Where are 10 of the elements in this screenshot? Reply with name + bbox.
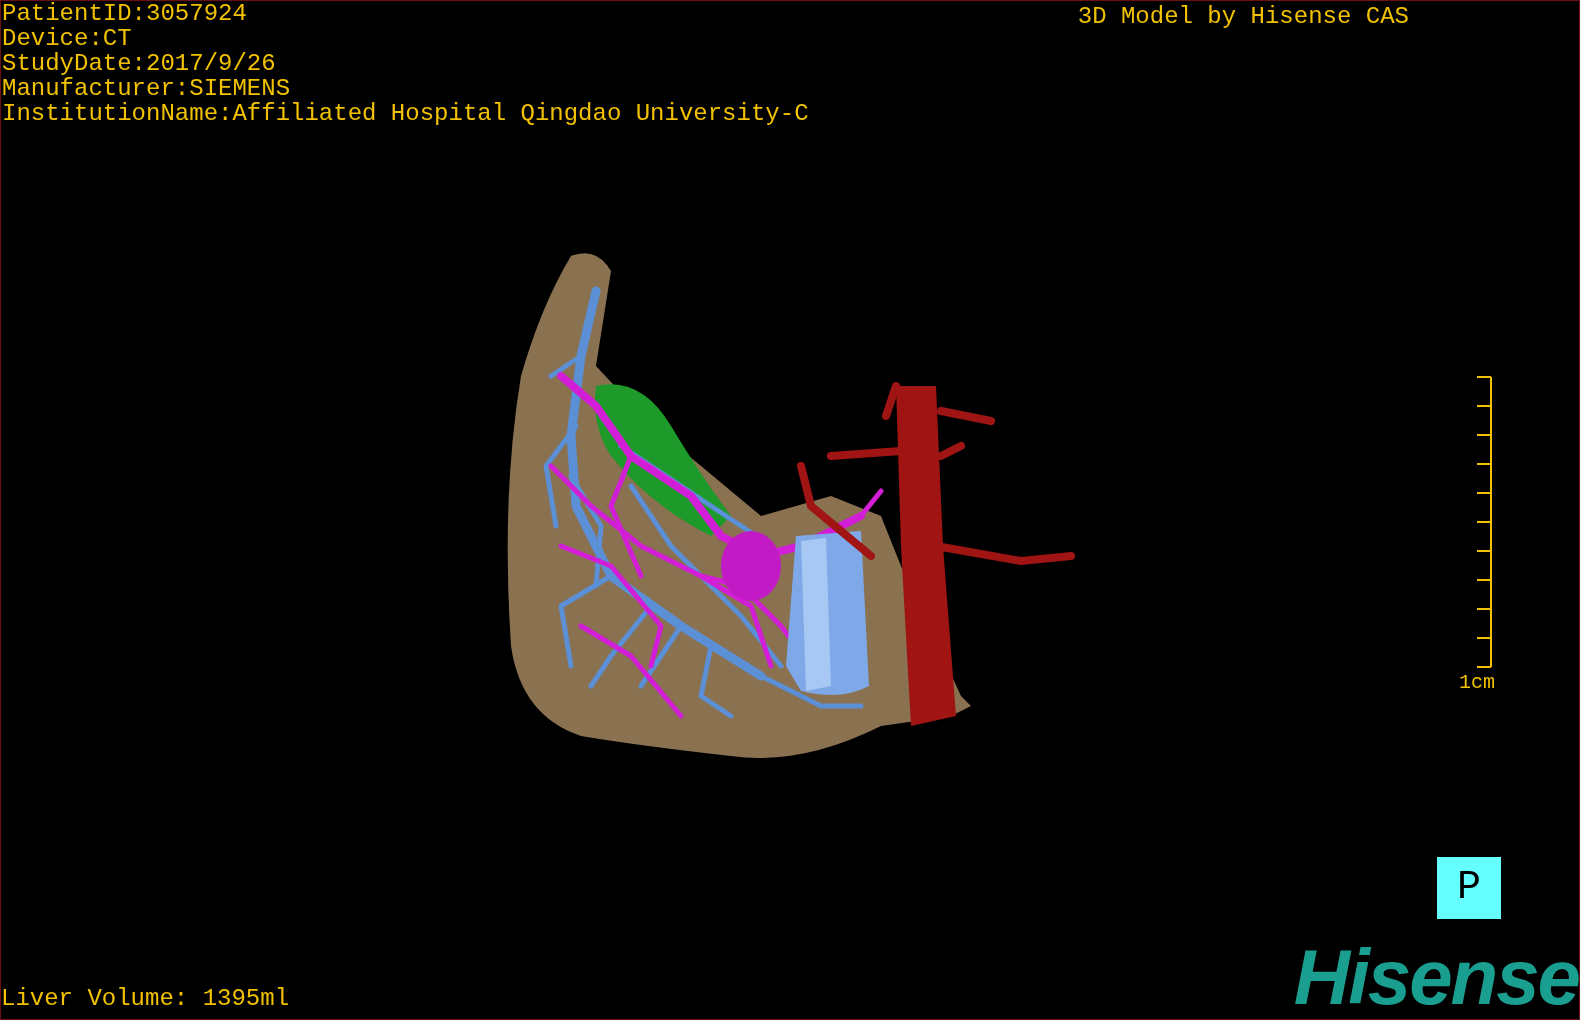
patient-info-text: PatientID:3057924 [2,1,248,26]
patient-info-text: InstitutionName:Affiliated Hospital Qingdao University-C [2,101,809,126]
scale-label: 1cm [1459,672,1495,694]
header-title: 3D Model by Hisense CAS [1077,4,1409,32]
logo: Hisense [1293,945,1579,1009]
orientation-marker: P [1437,857,1501,919]
liver-volume-text: Liver Volume: 1395ml [1,986,290,1011]
patient-info-text: StudyDate:2017/9/26 [2,51,277,76]
patient-info-text: Device:CT [2,26,133,51]
patient-info-text: Manufacturer:SIEMENS [2,76,292,101]
